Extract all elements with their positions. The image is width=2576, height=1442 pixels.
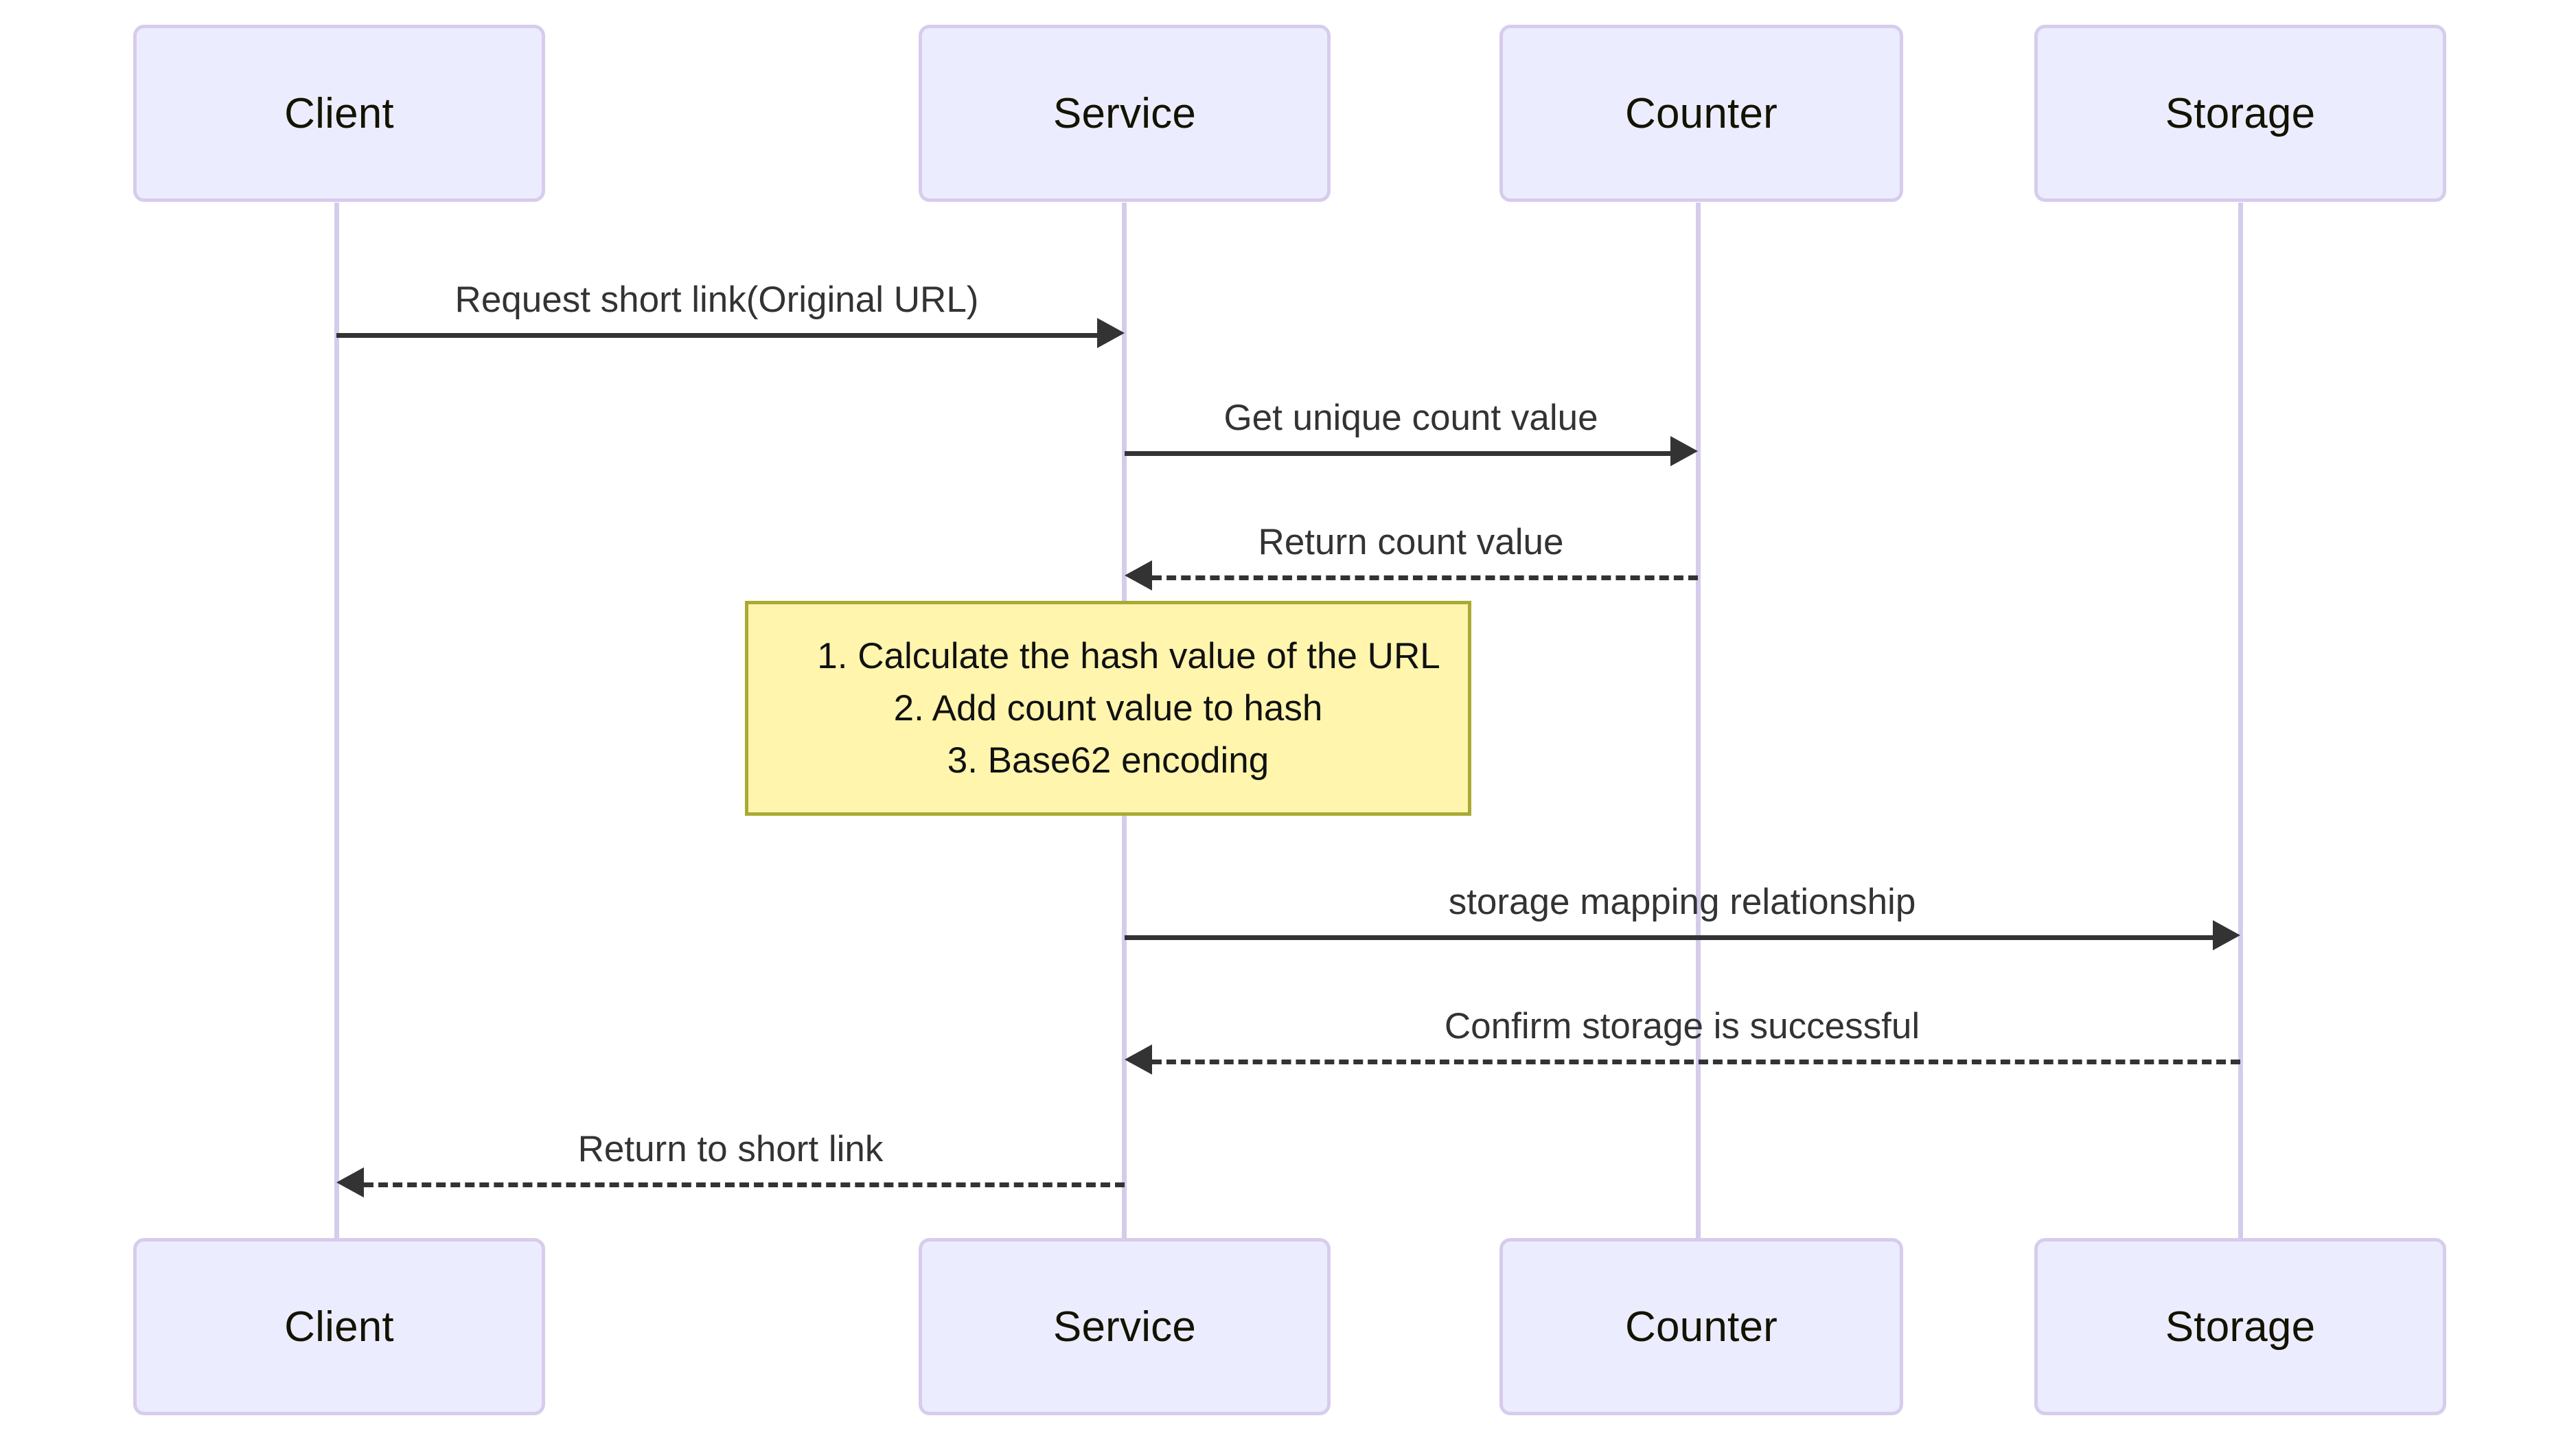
- message-label: Confirm storage is successful: [1444, 1006, 1920, 1046]
- lifeline-client: [334, 203, 339, 1238]
- message-label: Return to short link: [577, 1129, 884, 1169]
- message-label: Return count value: [1258, 522, 1564, 562]
- actor-box-storage-top[interactable]: Storage: [2034, 25, 2446, 202]
- message-line: [1125, 935, 2213, 940]
- note-line-3: 3. Base62 encoding: [947, 740, 1269, 781]
- message-line: [364, 1182, 1125, 1187]
- sequence-diagram: Client Service Counter Storage Client Se…: [0, 0, 2576, 1442]
- actor-label-counter-top: Counter: [1625, 89, 1778, 137]
- message-label: Request short link(Original URL): [455, 279, 979, 320]
- message-label: Get unique count value: [1223, 398, 1598, 438]
- message-line: [336, 333, 1097, 338]
- arrowhead-right-icon: [1097, 318, 1125, 348]
- actor-box-counter-bottom[interactable]: Counter: [1499, 1238, 1903, 1415]
- note-line-2: 2. Add count value to hash: [893, 687, 1323, 729]
- arrowhead-left-icon: [1125, 1044, 1152, 1075]
- actor-box-client-bottom[interactable]: Client: [133, 1238, 545, 1415]
- actor-box-service-bottom[interactable]: Service: [919, 1238, 1331, 1415]
- actor-label-client-bottom: Client: [284, 1303, 394, 1351]
- actor-label-service-bottom: Service: [1053, 1303, 1197, 1351]
- actor-label-storage-bottom: Storage: [2165, 1303, 2316, 1351]
- actor-label-client-top: Client: [284, 89, 394, 137]
- actor-label-service-top: Service: [1053, 89, 1197, 137]
- actor-label-storage-top: Storage: [2165, 89, 2316, 137]
- actor-label-counter-bottom: Counter: [1625, 1303, 1778, 1351]
- note-line-1: 1. Calculate the hash value of the URL: [817, 635, 1440, 676]
- message-line: [1125, 451, 1670, 456]
- arrowhead-right-icon: [1670, 436, 1698, 466]
- actor-box-counter-top[interactable]: Counter: [1499, 25, 1903, 202]
- message-label: storage mapping relationship: [1448, 882, 1916, 922]
- message-line: [1152, 1060, 2240, 1064]
- arrowhead-left-icon: [336, 1167, 364, 1198]
- arrowhead-right-icon: [2213, 920, 2240, 950]
- actor-box-storage-bottom[interactable]: Storage: [2034, 1238, 2446, 1415]
- message-line: [1152, 575, 1698, 580]
- lifeline-storage: [2238, 203, 2243, 1238]
- note-over-service: 1. Calculate the hash value of the URL 2…: [745, 601, 1471, 816]
- actor-box-service-top[interactable]: Service: [919, 25, 1331, 202]
- lifeline-counter: [1696, 203, 1701, 1238]
- actor-box-client-top[interactable]: Client: [133, 25, 545, 202]
- arrowhead-left-icon: [1125, 560, 1152, 591]
